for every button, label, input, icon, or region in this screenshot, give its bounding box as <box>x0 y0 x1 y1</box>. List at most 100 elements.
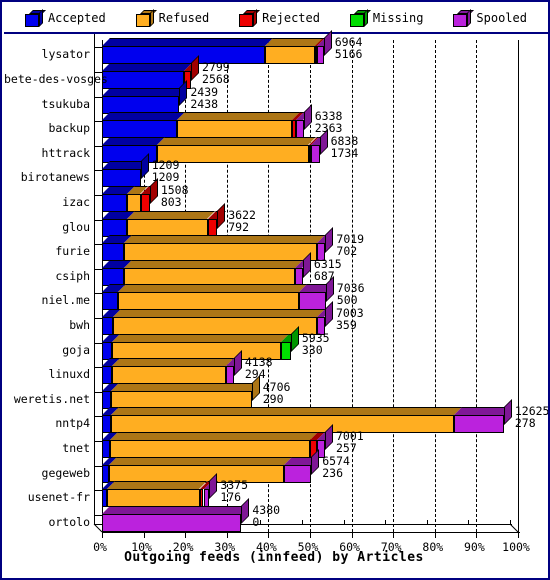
bar-segment-top-refused <box>109 456 293 465</box>
x-tick-90 <box>476 533 478 538</box>
bar-value-labels-lysator: 6964 5166 <box>335 36 363 60</box>
bar-segment-refused <box>157 144 309 163</box>
bar-segment-spooled <box>299 292 326 311</box>
bar-value-total: 3622 <box>228 207 256 222</box>
gridline-90 <box>476 40 478 532</box>
bar-segment-refused <box>117 292 300 311</box>
y-tick-tsukuba <box>94 96 102 98</box>
x-tick-20 <box>185 533 187 538</box>
y-tick-glou <box>94 219 102 221</box>
y-tick-niel.me <box>94 293 102 295</box>
y-axis-label-goja: goja <box>62 342 90 357</box>
bar-value-labels-bete-des-vosges: 2799 2568 <box>202 61 230 85</box>
bar-linuxd <box>102 350 242 385</box>
bar-value-labels-linuxd: 4138 294 <box>245 356 273 380</box>
bar-value-labels-gegeweb: 6574 236 <box>322 455 350 479</box>
x-tick-0 <box>102 533 103 538</box>
y-tick-linuxd <box>94 367 102 369</box>
bar-value-labels-ortolo: 4380 0 <box>252 504 280 528</box>
bar-value-accepted: 330 <box>301 342 323 357</box>
cube-icon <box>135 8 157 27</box>
bar-segment-accepted <box>102 218 128 237</box>
legend-label: Rejected <box>262 11 320 25</box>
bar-value-accepted: 500 <box>336 293 358 308</box>
bar-segment-top-accepted <box>102 87 188 96</box>
bar-izac <box>102 177 158 212</box>
bar-segment-spooled <box>295 267 303 286</box>
bar-value-total: 6315 <box>313 256 342 271</box>
bar-segment-refused <box>110 439 310 458</box>
bar-value-labels-weretis.net: 4706 290 <box>263 381 291 405</box>
bar-segment-accepted <box>102 169 141 188</box>
x-tick-100 <box>518 533 519 538</box>
bar-segment-refused <box>110 415 454 434</box>
bar-value-accepted: 1209 <box>151 170 180 185</box>
bar-value-labels-izac: 1508 803 <box>161 184 189 208</box>
y-axis-label-nntp4: nntp4 <box>55 416 90 431</box>
bar-niel.me <box>102 276 334 311</box>
y-axis-label-izac: izac <box>62 194 90 209</box>
y-tick-gegeweb <box>94 465 102 467</box>
bar-segment-accepted <box>102 267 125 286</box>
x-tick-back-80 <box>426 520 428 525</box>
y-axis-label-birotanews: birotanews <box>20 170 90 185</box>
y-tick-backup <box>94 121 102 123</box>
y-axis-label-linuxd: linuxd <box>48 367 90 382</box>
y-tick-lysator <box>94 47 102 49</box>
bar-segment-spooled <box>296 120 304 139</box>
bar-value-labels-backup: 6338 2363 <box>315 110 343 134</box>
y-axis-label-bwh: bwh <box>69 317 90 332</box>
gridline-70 <box>393 40 395 532</box>
bar-furie <box>102 227 334 262</box>
bar-segment-top-refused <box>124 235 326 244</box>
y-axis-label-glou: glou <box>62 219 90 234</box>
bar-segment-refused <box>124 267 296 286</box>
cube-icon <box>453 8 475 27</box>
bar-value-labels-furie: 7019 702 <box>336 233 364 257</box>
x-tick-back-0 <box>94 520 95 525</box>
bar-segment-top-refused <box>107 481 208 490</box>
y-tick-weretis.net <box>94 391 102 393</box>
chart-page: Accepted Refused Rejected Missing Spooled 0%… <box>0 0 550 580</box>
y-tick-bete-des-vosges <box>94 71 102 73</box>
bar-value-labels-glou: 3622 792 <box>228 209 256 233</box>
y-axis-label-backup: backup <box>48 121 90 136</box>
bar-segment-top-refused <box>177 112 301 121</box>
bar-value-total: 6574 <box>322 453 350 468</box>
y-axis-label-httrack: httrack <box>41 145 90 160</box>
gridline-0 <box>102 40 103 532</box>
bar-segment-top-refused <box>157 136 317 145</box>
bar-value-labels-goja: 5935 330 <box>302 332 330 356</box>
x-tick-50 <box>310 533 311 538</box>
y-axis-label-tnet: tnet <box>62 440 90 455</box>
bar-value-accepted: 1734 <box>330 145 359 160</box>
bar-segment-spooled <box>102 513 242 532</box>
gridline-100 <box>518 40 519 532</box>
bar-segment-accepted <box>102 70 184 89</box>
bar-segment-top-refused <box>113 308 326 317</box>
bar-segment-refused <box>124 243 318 262</box>
x-tick-70 <box>393 533 395 538</box>
bar-segment-missing <box>281 341 291 360</box>
bar-segment-refused <box>127 218 208 237</box>
bar-csiph <box>102 251 311 286</box>
bar-segment-refused <box>111 390 252 409</box>
bar-backup <box>102 104 312 139</box>
y-axis-label-lysator: lysator <box>41 47 90 62</box>
legend-label: Refused <box>158 11 210 25</box>
bar-value-accepted: 236 <box>322 465 344 480</box>
bar-value-accepted: 359 <box>335 317 357 332</box>
bar-ortolo <box>102 497 250 532</box>
legend-item-missing: Missing <box>349 8 424 27</box>
y-tick-usenet-fr <box>94 490 102 492</box>
legend-label: Missing <box>372 11 424 25</box>
bar-segment-accepted <box>102 292 118 311</box>
bar-value-accepted: 792 <box>228 219 249 234</box>
bar-segment-accepted <box>102 144 158 163</box>
bar-bete-des-vosges <box>102 54 200 89</box>
y-tick-furie <box>94 244 102 246</box>
bar-segment-accepted <box>102 390 112 409</box>
y-tick-bwh <box>94 317 102 319</box>
bar-segment-top-refused <box>111 358 234 367</box>
cube-icon <box>24 8 46 27</box>
